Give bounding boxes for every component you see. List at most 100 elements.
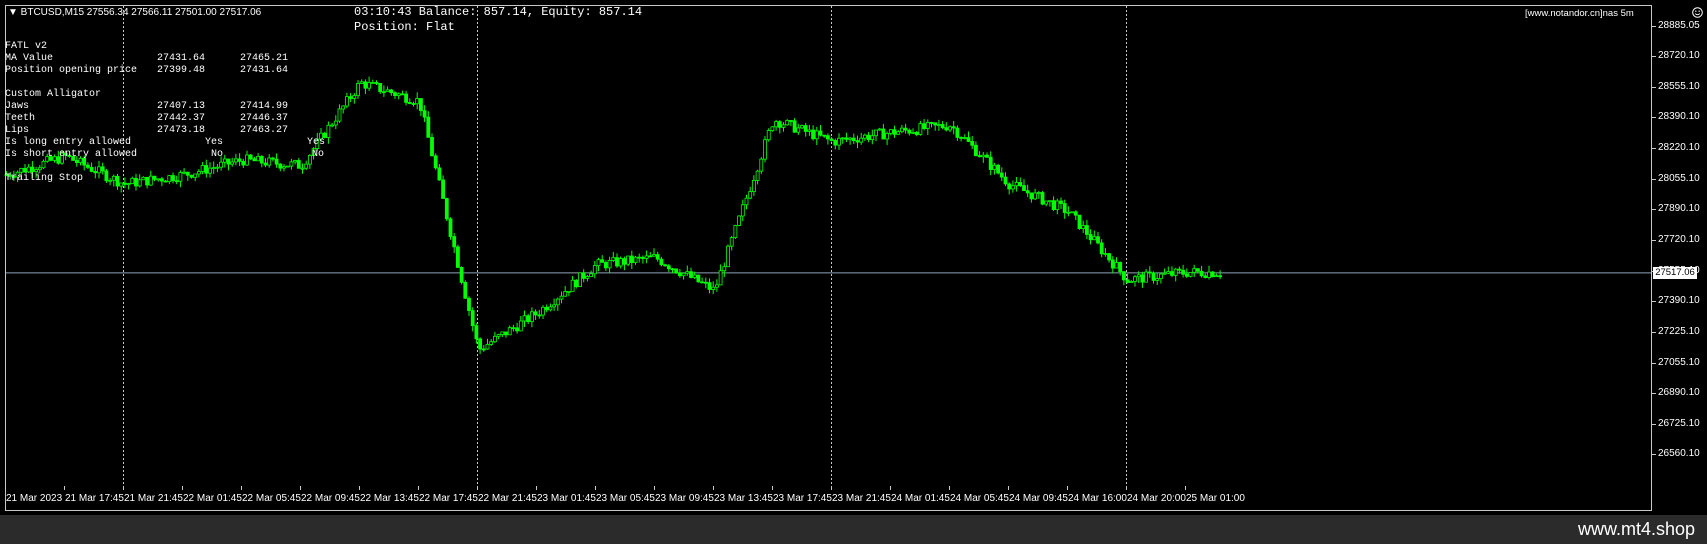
jaws-value-1: 27407.13 — [157, 101, 206, 112]
time-tick-label: 23 Mar 09:45 — [655, 493, 714, 504]
account-status: 03:10:43 Balance: 857.14, Equity: 857.14… — [354, 5, 642, 35]
price-axis[interactable]: 28885.05 28720.10 28555.10 28390.10 28220.10… — [1652, 5, 1707, 511]
time-tick-mark — [300, 486, 301, 490]
time-tick-label: 24 Mar 09:45 — [1009, 493, 1068, 504]
ma-value-2: 27465.21 — [240, 53, 289, 64]
price-tick-mark — [1652, 178, 1656, 180]
price-tick-mark — [1652, 240, 1656, 242]
short-entry-value-1: No — [211, 149, 224, 160]
price-tick-label: 27720.10 — [1658, 234, 1700, 246]
symbol-info: ▼ BTCUSD,M15 27556.34 27566.11 27501.00 … — [8, 7, 262, 18]
price-tick-mark — [1652, 454, 1656, 455]
balance-status: 03:10:43 Balance: 857.14, Equity: 857.14 — [354, 5, 643, 19]
time-tick-mark — [123, 486, 124, 490]
price-tick-label: 28220.10 — [1658, 142, 1700, 154]
current-price-badge: 27517.06 — [1653, 266, 1697, 279]
position-status: Position: Flat — [354, 20, 455, 34]
teeth-value-2: 27446.37 — [240, 113, 289, 124]
time-tick-label: 21 Mar 21:45 — [124, 493, 183, 504]
trailing-stop-label: Trailing Stop — [5, 173, 84, 184]
time-tick-label: 23 Mar 17:45 — [773, 493, 832, 504]
time-tick-mark — [5, 486, 6, 490]
price-tick-label: 27225.10 — [1658, 325, 1700, 337]
lips-label: Lips — [5, 125, 30, 136]
time-tick-label: 23 Mar 01:45 — [537, 493, 596, 504]
long-entry-value-1: Yes — [205, 137, 224, 148]
time-tick-label: 24 Mar 05:45 — [950, 493, 1009, 504]
price-tick-label: 28055.10 — [1658, 172, 1700, 184]
price-tick-mark — [1652, 362, 1656, 364]
time-tick-mark — [1008, 486, 1009, 490]
price-tick-label: 26725.10 — [1658, 417, 1700, 429]
chart-frame[interactable] — [5, 5, 1652, 511]
time-tick-mark — [418, 486, 419, 490]
time-tick-label: 23 Mar 13:45 — [714, 493, 773, 504]
time-tick-label: 22 Mar 21:45 — [478, 493, 537, 504]
time-tick-label: 21 Mar 2023 — [6, 493, 63, 504]
fatl-title: FATL v2 — [5, 41, 48, 52]
price-tick-label: 26560.10 — [1658, 448, 1700, 459]
time-tick-label: 22 Mar 13:45 — [360, 493, 419, 504]
teeth-value-1: 27442.37 — [157, 113, 206, 124]
price-tick-mark — [1652, 148, 1656, 150]
price-tick-mark — [1652, 86, 1656, 88]
price-tick-label: 27390.10 — [1658, 295, 1700, 307]
time-tick-mark — [241, 486, 242, 490]
price-tick-mark — [1652, 117, 1656, 119]
teeth-label: Teeth — [5, 113, 36, 124]
position-price-1: 27399.48 — [157, 65, 206, 76]
price-tick-label: 27055.10 — [1658, 356, 1700, 368]
price-tick-label: 28885.05 — [1658, 20, 1700, 31]
footer-bar: www.mt4.shop — [0, 515, 1707, 544]
long-entry-value-2: Yes — [307, 137, 326, 148]
expert-site-label: [www.notandor.cn]nas 5m — [1525, 8, 1634, 19]
time-tick-label: 22 Mar 05:45 — [242, 493, 301, 504]
time-tick-mark — [654, 486, 655, 490]
short-entry-value-2: No — [312, 149, 325, 160]
time-tick-mark — [477, 486, 478, 490]
time-tick-mark — [1126, 486, 1127, 490]
time-tick-mark — [713, 486, 714, 490]
time-tick-label: 24 Mar 01:45 — [891, 493, 950, 504]
watermark: www.mt4.shop — [1577, 519, 1695, 539]
time-tick-label: 22 Mar 17:45 — [419, 493, 478, 504]
price-tick-mark — [1652, 56, 1656, 58]
position-price-2: 27431.64 — [240, 65, 289, 76]
short-entry-label: Is short entry allowed — [5, 149, 138, 160]
time-tick-mark — [772, 486, 773, 490]
price-tick-label: 28390.10 — [1658, 111, 1700, 123]
time-tick-mark — [831, 486, 832, 490]
time-tick-label: 23 Mar 21:45 — [832, 493, 891, 504]
price-tick-label: 26890.10 — [1658, 387, 1700, 399]
ma-value-1: 27431.64 — [157, 53, 206, 64]
price-tick-label: 27890.10 — [1658, 203, 1700, 215]
price-tick-mark — [1652, 301, 1656, 303]
price-tick-mark — [1652, 26, 1656, 27]
long-entry-label: Is long entry allowed — [5, 137, 132, 148]
price-tick-label: 28555.10 — [1658, 80, 1700, 92]
time-tick-label: 22 Mar 09:45 — [301, 493, 360, 504]
price-tick-mark — [1652, 331, 1656, 333]
time-axis[interactable]: 21 Mar 2023 21 Mar 17:45 21 Mar 21:45 22 Ma… — [5, 486, 1652, 511]
jaws-value-2: 27414.99 — [240, 101, 289, 112]
price-tick-mark — [1652, 423, 1656, 425]
time-tick-mark — [890, 486, 891, 490]
time-tick-label: 22 Mar 01:45 — [183, 493, 242, 504]
alligator-title: Custom Alligator — [5, 89, 102, 100]
time-tick-label: 24 Mar 16:00 — [1068, 493, 1127, 504]
time-tick-mark — [359, 486, 360, 490]
time-tick-mark — [182, 486, 183, 490]
time-tick-label: 21 Mar 17:45 — [65, 493, 124, 504]
time-tick-mark — [64, 486, 65, 490]
time-tick-mark — [1185, 486, 1186, 490]
price-tick-mark — [1652, 393, 1656, 395]
time-tick-mark — [536, 486, 537, 490]
price-tick-mark — [1652, 209, 1656, 211]
jaws-label: Jaws — [5, 101, 30, 112]
time-tick-mark — [1067, 486, 1068, 490]
time-tick-mark — [595, 486, 596, 490]
lips-value-2: 27463.27 — [240, 125, 289, 136]
time-tick-label: 24 Mar 20:00 — [1127, 493, 1186, 504]
time-tick-mark — [949, 486, 950, 490]
time-tick-label: 25 Mar 01:00 — [1186, 493, 1245, 504]
